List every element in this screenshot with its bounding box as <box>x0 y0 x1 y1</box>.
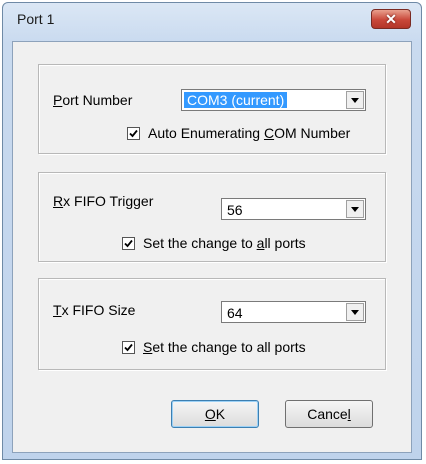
window-title: Port 1 <box>17 11 55 27</box>
ok-button[interactable]: OK <box>171 400 259 428</box>
dialog-window: Port 1 ✕ Port Number COM3 (current) Auto… <box>2 2 422 460</box>
rx-fifo-label: Rx FIFO Trigger <box>53 193 154 209</box>
tx-set-all-label: Set the change to all ports <box>143 339 306 355</box>
tx-fifo-label: Tx FIFO Size <box>53 302 136 318</box>
tx-fifo-select[interactable]: 64 <box>221 301 366 323</box>
chevron-down-icon[interactable] <box>346 303 364 321</box>
chevron-down-icon[interactable] <box>346 91 364 109</box>
close-button[interactable]: ✕ <box>371 9 411 29</box>
tx-set-all-checkbox[interactable]: Set the change to all ports <box>122 339 306 355</box>
tx-fifo-group: Tx FIFO Size 64 Set the change to all po… <box>38 278 386 370</box>
rx-set-all-label: Set the change to all ports <box>143 235 306 251</box>
rx-set-all-checkbox[interactable]: Set the change to all ports <box>122 235 306 251</box>
port-number-value: COM3 (current) <box>184 92 288 108</box>
port-number-select[interactable]: COM3 (current) <box>181 89 366 111</box>
rx-fifo-value: 56 <box>227 202 243 218</box>
chevron-down-icon[interactable] <box>346 200 364 218</box>
tx-fifo-value: 64 <box>227 305 243 321</box>
port-number-label: Port Number <box>53 92 133 108</box>
checkmark-icon[interactable] <box>122 340 135 354</box>
rx-fifo-select[interactable]: 56 <box>221 198 366 220</box>
cancel-button[interactable]: Cance l <box>285 400 373 428</box>
close-x-icon: ✕ <box>385 11 397 27</box>
rx-fifo-group: Rx FIFO Trigger 56 Set the change to all… <box>38 172 386 262</box>
checkmark-icon[interactable] <box>122 236 135 250</box>
checkmark-icon[interactable] <box>127 126 140 140</box>
auto-enum-checkbox[interactable]: Auto Enumerating COM Number <box>127 125 350 141</box>
dialog-client-area: Port Number COM3 (current) Auto Enumerat… <box>12 41 412 453</box>
auto-enum-label: Auto Enumerating COM Number <box>148 125 351 141</box>
port-number-group: Port Number COM3 (current) Auto Enumerat… <box>38 64 386 154</box>
